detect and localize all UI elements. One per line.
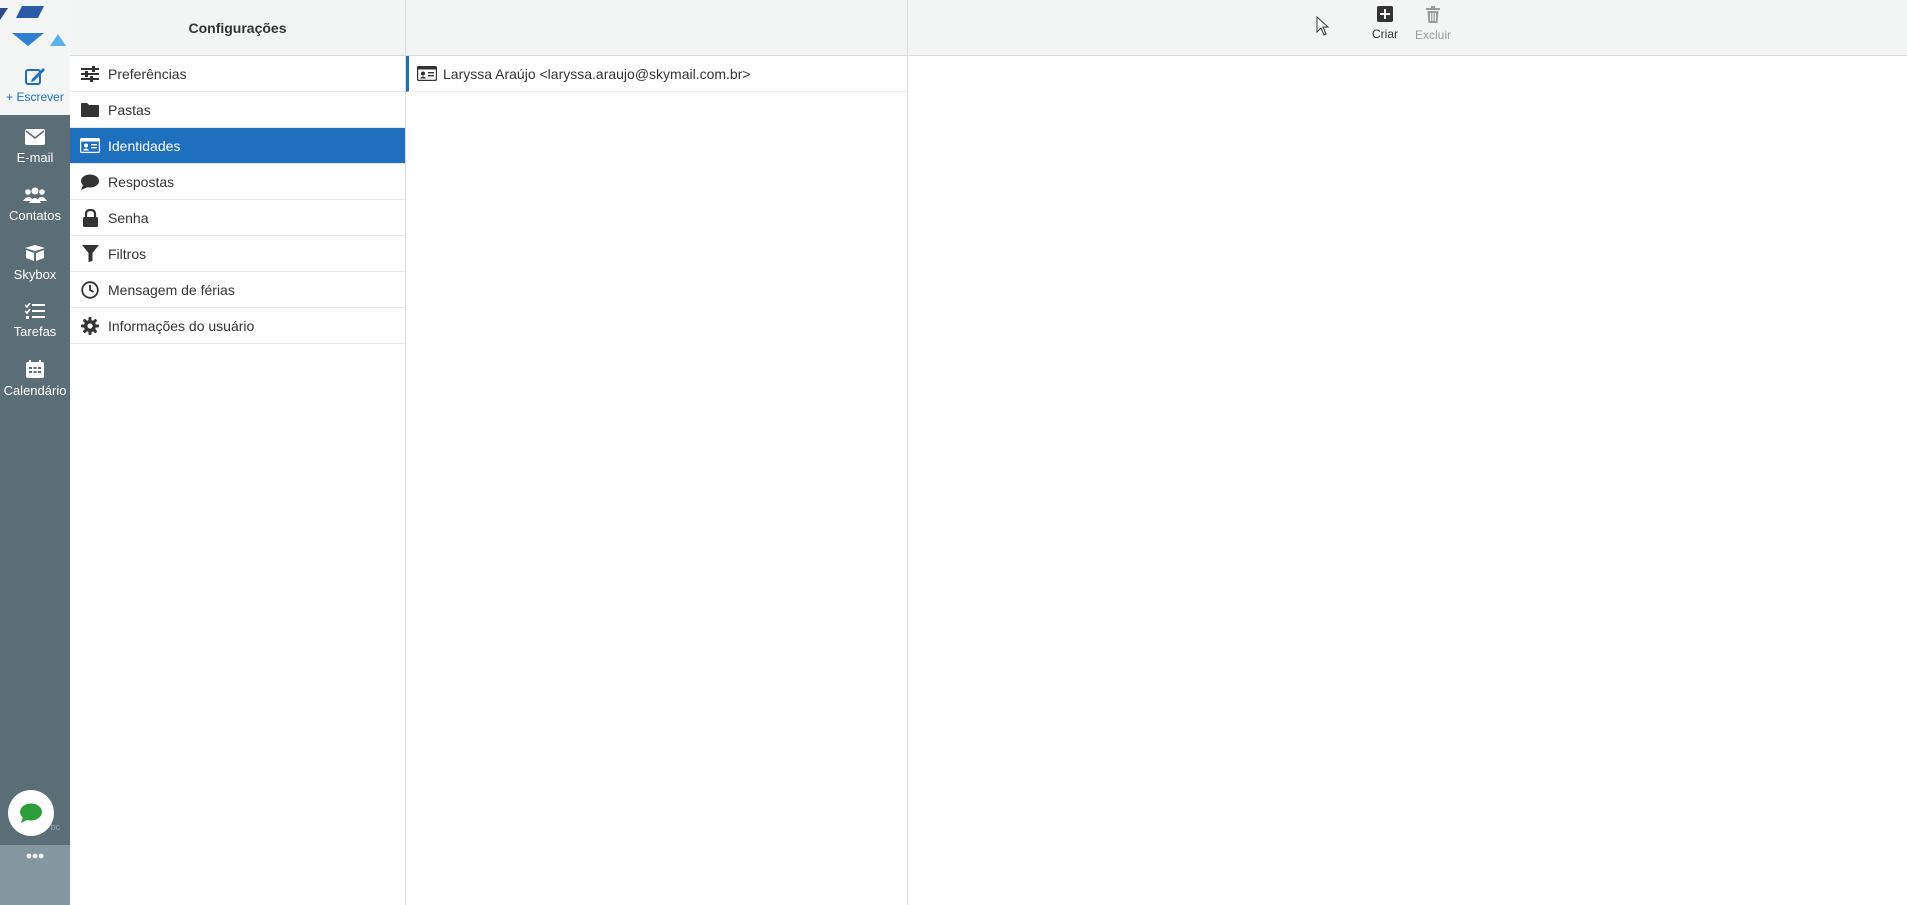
- sliders-icon: [80, 64, 100, 84]
- calendar-icon: [26, 360, 44, 378]
- id-card-icon: [417, 66, 437, 81]
- rail-item-contacts[interactable]: Contatos: [0, 176, 70, 234]
- identity-row[interactable]: Laryssa Araújo <laryssa.araujo@skymail.c…: [406, 56, 907, 92]
- identity-detail-pane: [908, 56, 1907, 905]
- tasks-icon: [25, 303, 45, 319]
- lock-icon: [80, 208, 100, 228]
- chat-sub-label: bc: [50, 822, 60, 832]
- more-button[interactable]: [0, 845, 70, 905]
- rail-item-label: Calendário: [3, 383, 67, 398]
- identities-list: Laryssa Araújo <laryssa.araujo@skymail.c…: [406, 56, 908, 905]
- nav-item-password[interactable]: Senha: [70, 200, 405, 236]
- nav-item-user-info[interactable]: Informações do usuário: [70, 308, 405, 344]
- nav-item-vacation-message[interactable]: Mensagem de férias: [70, 272, 405, 308]
- nav-item-responses[interactable]: Respostas: [70, 164, 405, 200]
- id-card-icon: [80, 136, 100, 156]
- delete-label: Excluir: [1414, 28, 1451, 42]
- nav-item-label: Mensagem de férias: [108, 281, 235, 298]
- nav-item-label: Preferências: [108, 65, 187, 82]
- nav-item-label: Filtros: [108, 245, 147, 262]
- rail-item-label: Tarefas: [13, 324, 57, 339]
- speech-bubble-icon: [80, 172, 100, 192]
- compose-icon: [25, 68, 45, 85]
- trash-icon: [1426, 6, 1440, 23]
- create-button[interactable]: Criar: [1360, 6, 1410, 50]
- settings-nav: Preferências Pastas Identidades Resposta…: [70, 56, 406, 905]
- nav-item-label: Respostas: [108, 173, 175, 190]
- identity-label: Laryssa Araújo <laryssa.araujo@skymail.c…: [443, 65, 751, 82]
- rail-item-skybox[interactable]: Skybox: [0, 234, 70, 292]
- delete-button[interactable]: Excluir: [1408, 6, 1458, 50]
- rail-item-tasks[interactable]: Tarefas: [0, 292, 70, 350]
- mouse-cursor-icon: [1316, 16, 1330, 36]
- chat-bubble-icon: [20, 803, 42, 823]
- rail-item-calendar[interactable]: Calendário: [0, 350, 70, 408]
- nav-item-label: Senha: [108, 209, 149, 226]
- gear-icon: [80, 316, 100, 336]
- nav-item-filters[interactable]: Filtros: [70, 236, 405, 272]
- nav-item-label: Informações do usuário: [108, 317, 255, 334]
- folder-icon: [80, 100, 100, 120]
- rail-item-label: Contatos: [8, 208, 62, 223]
- rail-item-label: E-mail: [16, 150, 54, 165]
- chat-button[interactable]: bc: [8, 790, 60, 836]
- app: + Escrever E-mail Contatos Skybox Tarefa…: [0, 0, 1907, 905]
- settings-header: Configurações: [70, 0, 406, 56]
- more-dots-icon: [26, 853, 44, 859]
- nav-item-identities[interactable]: Identidades: [70, 128, 405, 164]
- page-title: Configurações: [188, 19, 287, 36]
- plus-square-icon: [1377, 6, 1393, 22]
- toolbar: Criar Excluir: [908, 0, 1907, 56]
- logo-icon: [0, 6, 66, 46]
- envelope-icon: [25, 129, 45, 145]
- rail-item-email[interactable]: E-mail: [0, 118, 70, 176]
- rail-item-label: Skybox: [13, 267, 57, 282]
- list-header: [406, 0, 908, 56]
- clock-icon: [80, 280, 100, 300]
- compose-label: + Escrever: [6, 90, 64, 104]
- left-rail: + Escrever E-mail Contatos Skybox Tarefa…: [0, 0, 70, 905]
- filter-icon: [80, 244, 100, 264]
- box-icon: [25, 245, 45, 261]
- logo: [0, 0, 70, 55]
- nav-item-label: Identidades: [108, 137, 181, 154]
- compose-button[interactable]: + Escrever: [0, 55, 70, 115]
- nav-item-label: Pastas: [108, 101, 151, 118]
- nav-item-folders[interactable]: Pastas: [70, 92, 405, 128]
- create-label: Criar: [1372, 27, 1398, 41]
- users-icon: [23, 187, 47, 203]
- nav-item-preferences[interactable]: Preferências: [70, 56, 405, 92]
